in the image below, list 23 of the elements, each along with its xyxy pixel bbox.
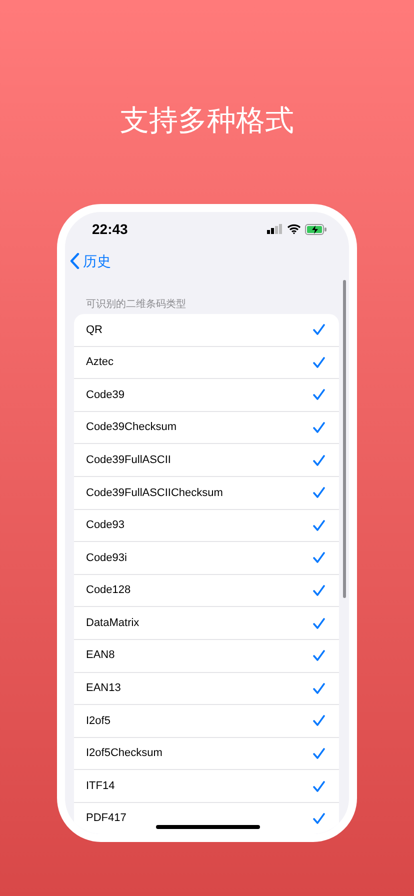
list-item[interactable]: Code39 xyxy=(74,379,339,412)
wifi-icon xyxy=(287,224,301,234)
list-item[interactable]: Code39Checksum xyxy=(74,412,339,444)
list-item[interactable]: Code128 xyxy=(74,574,339,608)
list-item[interactable]: DataMatrix xyxy=(74,607,339,640)
list-item[interactable]: QR xyxy=(74,314,339,347)
list-item[interactable]: Code39FullASCIIChecksum xyxy=(74,476,339,510)
battery-icon xyxy=(305,224,327,234)
list-item[interactable]: I2of5 xyxy=(74,705,339,738)
list-item[interactable]: I2of5Checksum xyxy=(74,738,339,770)
list-item[interactable]: ITF14 xyxy=(74,770,339,803)
status-time: 22:43 xyxy=(92,220,128,238)
list-item[interactable]: EAN13 xyxy=(74,672,339,706)
list-item[interactable]: EAN8 xyxy=(74,640,339,673)
section-header: 可识别的二维条码类型 xyxy=(86,298,187,312)
chevron-left-icon xyxy=(69,253,81,269)
signal-icon xyxy=(267,224,283,234)
back-button[interactable]: 历史 xyxy=(65,246,111,276)
list-item[interactable]: Code39FullASCII xyxy=(74,444,339,477)
list-item[interactable]: Aztec xyxy=(74,346,339,380)
list-item[interactable]: Code93 xyxy=(74,510,339,542)
headline: 支持多种格式 xyxy=(119,102,295,139)
list-item[interactable]: Code93i xyxy=(74,542,339,575)
